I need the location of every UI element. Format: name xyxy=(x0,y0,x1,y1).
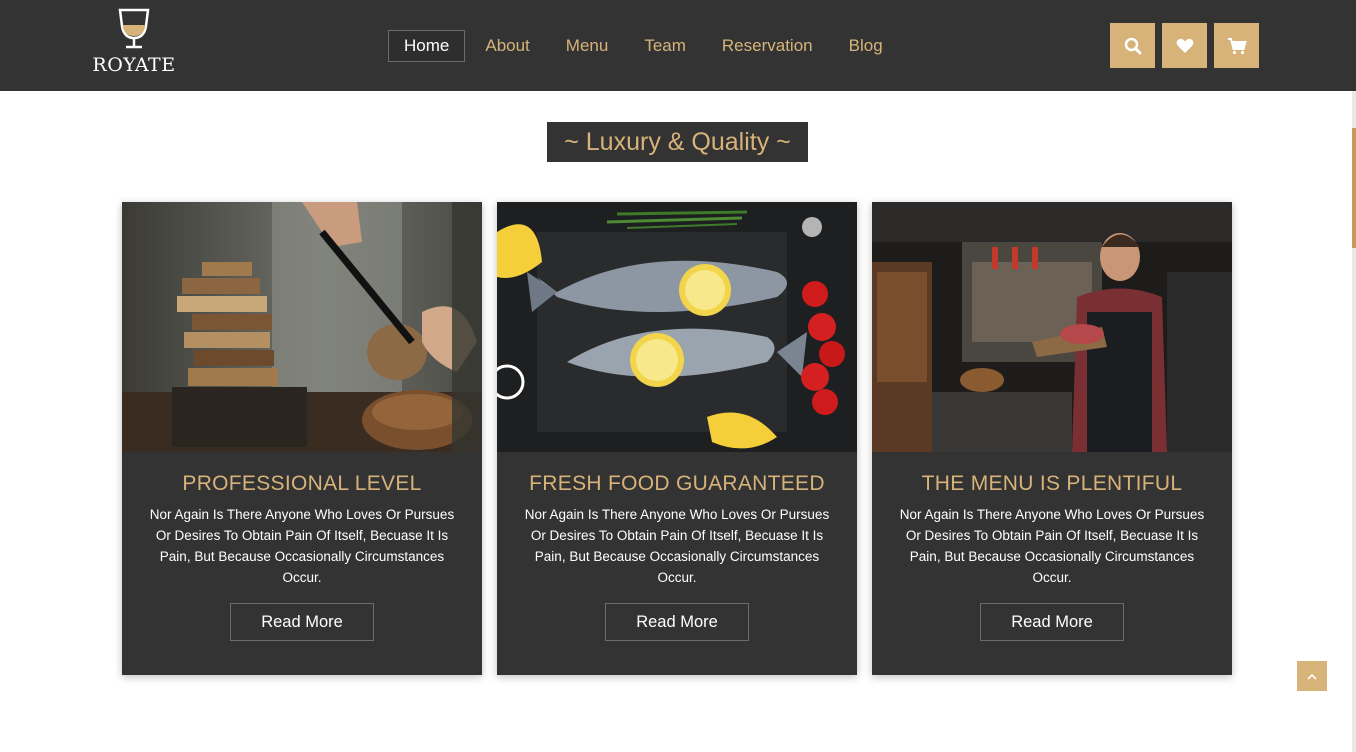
feature-card-menu: THE MENU IS PLENTIFUL Nor Again Is There… xyxy=(872,202,1232,675)
logo-text: ROYATE xyxy=(92,54,176,76)
search-icon xyxy=(1124,37,1141,54)
chevron-up-icon xyxy=(1307,673,1317,680)
main-nav: Home About Menu Team Reservation Blog xyxy=(388,30,903,62)
card-image-bread xyxy=(122,202,482,452)
wishlist-button[interactable] xyxy=(1162,23,1207,68)
read-more-button[interactable]: Read More xyxy=(605,603,749,641)
cart-button[interactable] xyxy=(1214,23,1259,68)
feature-card-professional: PROFESSIONAL LEVEL Nor Again Is There An… xyxy=(122,202,482,675)
back-to-top-button[interactable] xyxy=(1297,661,1327,691)
read-more-button[interactable]: Read More xyxy=(980,603,1124,641)
nav-menu[interactable]: Menu xyxy=(550,30,625,62)
card-text: Nor Again Is There Anyone Who Loves Or P… xyxy=(899,507,1205,585)
nav-about[interactable]: About xyxy=(469,30,545,62)
nav-reservation[interactable]: Reservation xyxy=(706,30,829,62)
scrollbar-thumb[interactable] xyxy=(1352,128,1356,248)
site-header: ROYATE Home About Menu Team Reservation … xyxy=(0,0,1356,91)
nav-blog[interactable]: Blog xyxy=(833,30,899,62)
card-title: THE MENU IS PLENTIFUL xyxy=(921,472,1183,495)
search-button[interactable] xyxy=(1110,23,1155,68)
feature-card-fresh-food: FRESH FOOD GUARANTEED Nor Again Is There… xyxy=(497,202,857,675)
cart-icon xyxy=(1227,37,1247,54)
read-more-button[interactable]: Read More xyxy=(230,603,374,641)
heart-icon xyxy=(1176,38,1193,53)
section-title: ~ Luxury & Quality ~ xyxy=(547,122,808,162)
card-image-fish xyxy=(497,202,857,452)
card-text: Nor Again Is There Anyone Who Loves Or P… xyxy=(149,507,455,585)
card-title: FRESH FOOD GUARANTEED xyxy=(529,472,825,495)
nav-team[interactable]: Team xyxy=(628,30,702,62)
wine-glass-icon xyxy=(118,8,150,49)
card-title: PROFESSIONAL LEVEL xyxy=(182,472,422,495)
card-image-chef xyxy=(872,202,1232,452)
nav-home[interactable]: Home xyxy=(388,30,466,62)
card-text: Nor Again Is There Anyone Who Loves Or P… xyxy=(524,507,830,585)
logo[interactable]: ROYATE xyxy=(92,8,176,82)
